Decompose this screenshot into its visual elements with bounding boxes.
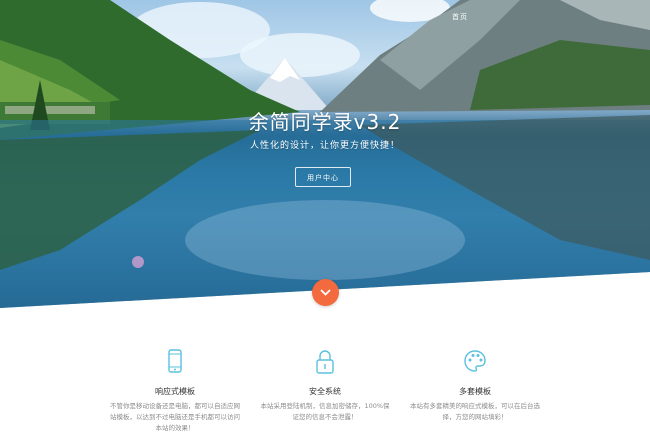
mobile-icon bbox=[168, 349, 182, 373]
feature-templates: 多套模板 本站有多套精美的响应式模板，可以在后台选择，方您的网站填彩！ bbox=[400, 348, 550, 423]
lock-icon bbox=[316, 350, 334, 374]
landscape-illustration bbox=[0, 0, 650, 308]
chevron-down-icon bbox=[320, 289, 331, 296]
feature-description: 本站采用登陆机制，信息加密储存，100%保证您的信息不会泄露！ bbox=[260, 402, 390, 421]
user-center-button[interactable]: 用户中心 bbox=[295, 167, 351, 187]
feature-security: 安全系统 本站采用登陆机制，信息加密储存，100%保证您的信息不会泄露！ bbox=[250, 348, 400, 423]
feature-title: 安全系统 bbox=[309, 387, 341, 396]
feature-title: 多套模板 bbox=[459, 387, 491, 396]
site-subtitle: 人性化的设计，让你更方便快捷！ bbox=[249, 141, 400, 151]
feature-description: 不管你是移动设备还是电脑，都可以自适应网站模板，以达到不过电脑还是手机都可以访问… bbox=[110, 402, 240, 432]
feature-title: 响应式模板 bbox=[155, 387, 195, 396]
feature-responsive: 响应式模板 不管你是移动设备还是电脑，都可以自适应网站模板，以达到不过电脑还是手… bbox=[100, 348, 250, 434]
site-title: 余简同学录v3.2 bbox=[248, 110, 402, 134]
nav-home-link[interactable]: 首页 bbox=[452, 12, 468, 22]
palette-icon bbox=[464, 350, 486, 372]
hero-banner: 首页 余简同学录v3.2 人性化的设计，让你更方便快捷！ 用户中心 bbox=[0, 0, 650, 308]
scroll-down-button[interactable] bbox=[312, 279, 339, 306]
feature-description: 本站有多套精美的响应式模板，可以在后台选择，方您的网站填彩！ bbox=[410, 402, 540, 421]
